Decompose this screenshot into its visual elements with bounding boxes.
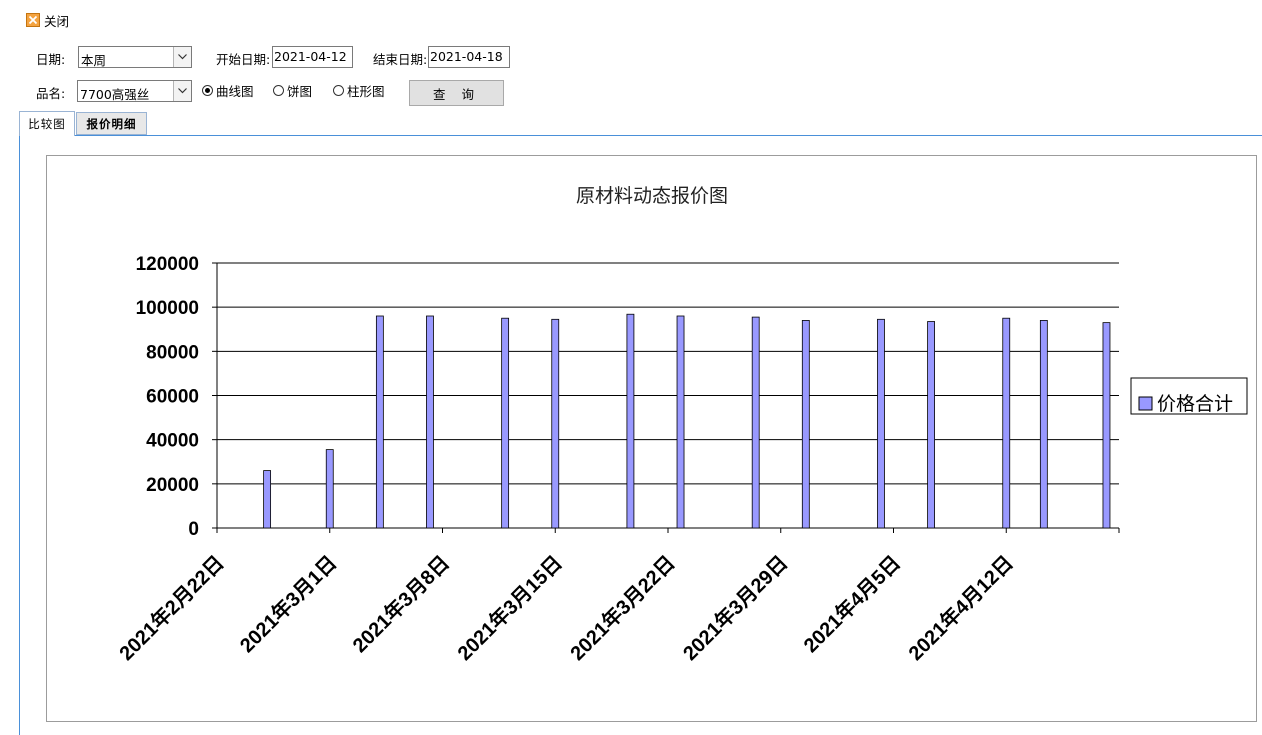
close-button[interactable]: 关闭 [26, 10, 69, 30]
bar [325, 449, 334, 529]
radio-label: 曲线图 [216, 83, 254, 99]
radio-label: 柱形图 [347, 83, 385, 99]
x-tick-label: 2021年3月15日 [452, 551, 566, 665]
bar-chart: 原材料动态报价图 120000 100000 80000 60000 40000 2000… [114, 185, 1248, 665]
end-date-label: 结束日期: [373, 52, 428, 67]
x-axis-ticks: 2021年2月22日 2021年3月1日 2021年3月8日 2021年3月15日 20… [114, 528, 1120, 665]
y-axis-ticks: 120000 100000 80000 60000 40000 20000 0 [136, 254, 217, 540]
date-label: 日期: [36, 52, 66, 67]
radio-unchecked-icon [333, 84, 344, 96]
bar [426, 315, 434, 529]
bar [551, 318, 560, 529]
bar [927, 321, 935, 529]
bar [375, 315, 384, 529]
x-tick-label: 2021年4月5日 [798, 551, 905, 658]
bar [1102, 322, 1111, 529]
end-date-field[interactable]: 2021-04-18 [428, 46, 510, 68]
x-tick-label: 2021年3月29日 [678, 551, 792, 665]
y-tick-label: 80000 [146, 342, 199, 363]
chart-frame: 原材料动态报价图 120000 100000 80000 60000 40000 2000… [46, 155, 1257, 722]
y-tick-label: 100000 [136, 298, 199, 319]
y-tick-label: 40000 [146, 431, 199, 452]
chevron-down-icon[interactable] [173, 81, 191, 101]
radio-label: 饼图 [287, 83, 313, 99]
bar [1039, 320, 1048, 529]
y-tick-label: 120000 [136, 254, 199, 275]
legend: 价格合计 [1130, 377, 1248, 415]
date-select[interactable]: 本周 [78, 46, 192, 68]
x-tick-label: 2021年3月8日 [347, 551, 454, 658]
date-select-value: 本周 [81, 53, 107, 68]
product-select-value: 7700高强丝 [80, 87, 150, 102]
product-select[interactable]: 7700高强丝 [77, 80, 192, 102]
bar [751, 316, 760, 529]
radio-pie-chart[interactable]: 饼图 [273, 81, 312, 99]
x-tick-label: 2021年3月1日 [235, 551, 342, 658]
chart-grid [216, 262, 1119, 529]
bar [801, 320, 810, 529]
radio-bar-chart[interactable]: 柱形图 [333, 81, 385, 99]
chevron-down-icon[interactable] [173, 47, 191, 67]
query-button[interactable]: 查 询 [409, 80, 504, 106]
x-tick-label: 2021年4月12日 [903, 551, 1017, 665]
y-tick-label: 20000 [146, 475, 199, 496]
y-tick-label: 60000 [146, 387, 199, 408]
bar [501, 317, 510, 529]
bar [1002, 317, 1011, 529]
legend-swatch [1138, 396, 1153, 411]
chart-bars [263, 313, 1111, 529]
tab-price-details[interactable]: 报价明细 [76, 112, 147, 135]
start-date-label: 开始日期: [216, 52, 271, 67]
y-tick-label: 0 [188, 519, 199, 540]
tab-compare-chart[interactable]: 比较图 [19, 111, 75, 136]
legend-label: 价格合计 [1157, 393, 1233, 415]
close-icon [26, 13, 40, 27]
radio-checked-icon [202, 84, 213, 96]
chart-title: 原材料动态报价图 [576, 185, 728, 207]
close-label: 关闭 [44, 13, 70, 29]
bar [877, 318, 885, 529]
radio-unchecked-icon [273, 84, 284, 96]
bar [676, 315, 685, 529]
radio-line-chart[interactable]: 曲线图 [202, 81, 254, 99]
x-tick-label: 2021年3月22日 [565, 551, 679, 665]
bar [263, 470, 272, 529]
product-label: 品名: [36, 86, 66, 101]
start-date-field[interactable]: 2021-04-12 [272, 46, 353, 68]
bar [626, 313, 635, 529]
x-tick-label: 2021年2月22日 [114, 551, 228, 665]
